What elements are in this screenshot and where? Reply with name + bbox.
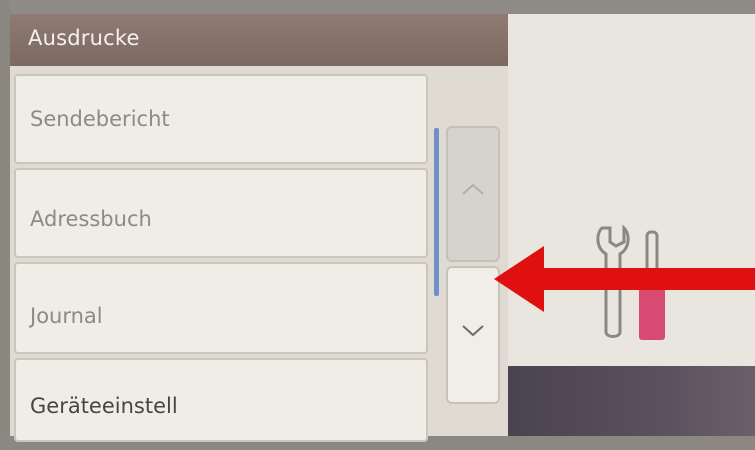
screen-header: Ausdrucke bbox=[10, 14, 508, 66]
device-bezel-top bbox=[0, 0, 755, 14]
chevron-down-icon bbox=[462, 325, 484, 337]
menu-item-adressbuch[interactable]: Adressbuch bbox=[14, 168, 428, 258]
scroll-position-indicator bbox=[434, 128, 439, 296]
side-panel bbox=[508, 14, 755, 366]
menu-item-journal[interactable]: Journal bbox=[14, 262, 428, 354]
menu-item-label: Adressbuch bbox=[30, 207, 152, 231]
menu-item-sendebericht[interactable]: Sendebericht bbox=[14, 74, 428, 164]
menu-item-label: Sendebericht bbox=[30, 107, 170, 131]
red-arrow-annotation-icon bbox=[494, 246, 755, 312]
printer-touchscreen: Ausdrucke Sendebericht Adressbuch Journa… bbox=[10, 14, 755, 442]
scroll-down-button[interactable] bbox=[446, 266, 500, 404]
menu-item-label: Geräteeinstell bbox=[30, 394, 178, 418]
screen-title: Ausdrucke bbox=[28, 26, 140, 50]
menu-list: Sendebericht Adressbuch Journal Geräteei… bbox=[10, 66, 508, 442]
menu-item-label: Journal bbox=[30, 304, 103, 328]
chevron-up-icon bbox=[462, 183, 484, 195]
device-bezel-left bbox=[0, 0, 10, 450]
panel-shadow-area bbox=[508, 366, 755, 436]
menu-item-geraeteeinstellungen[interactable]: Geräteeinstell bbox=[14, 358, 428, 442]
scroll-up-button[interactable] bbox=[446, 126, 500, 262]
